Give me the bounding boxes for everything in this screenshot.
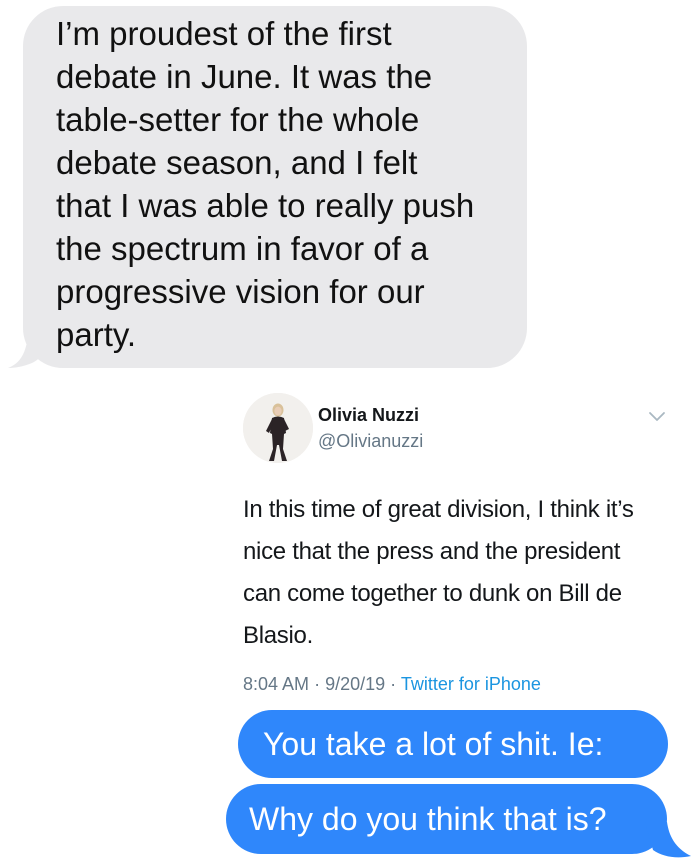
tweet-source-link[interactable]: Twitter for iPhone <box>401 674 541 694</box>
sent-message-bubble[interactable]: You take a lot of shit. Ie: <box>238 710 668 778</box>
chevron-down-icon[interactable] <box>648 411 666 423</box>
tweet-metadata: 8:04 AM · 9/20/19 · Twitter for iPhone <box>243 674 541 695</box>
tweet-text: In this time of great division, I think … <box>243 496 634 649</box>
received-bubble-tail <box>8 330 52 368</box>
author-avatar[interactable] <box>243 393 313 463</box>
tweet-time: 8:04 AM <box>243 674 310 694</box>
tweet-date[interactable]: 9/20/19 <box>325 674 385 694</box>
meta-separator: · <box>390 674 397 694</box>
meta-separator: · <box>314 674 321 694</box>
sent-message-bubble[interactable]: Why do you think that is? <box>226 784 667 854</box>
received-message-text: I’m proudest of the first debate in June… <box>56 15 475 353</box>
avatar-photo-icon <box>243 393 313 463</box>
sent-bubble-tail <box>645 822 691 858</box>
sent-message-text: Why do you think that is? <box>249 801 607 837</box>
embedded-tweet[interactable]: Olivia Nuzzi @Olivianuzzi In this time o… <box>230 385 700 705</box>
author-handle[interactable]: @Olivianuzzi <box>318 431 423 452</box>
sent-message-text: You take a lot of shit. Ie: <box>263 726 604 762</box>
author-name[interactable]: Olivia Nuzzi <box>318 405 419 426</box>
